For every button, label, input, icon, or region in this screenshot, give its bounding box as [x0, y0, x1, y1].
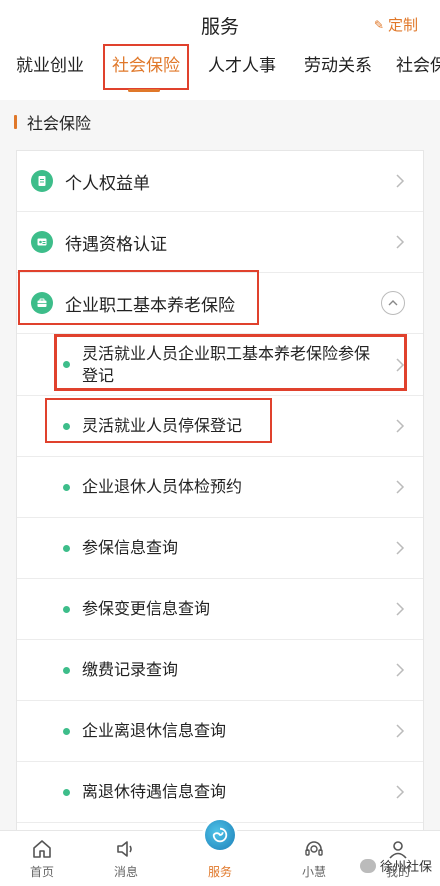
tab-social-insurance-2[interactable]: 社会保: [396, 44, 440, 90]
tab-labor-relations[interactable]: 劳动关系: [300, 44, 376, 90]
chevron-right-icon: [396, 724, 405, 738]
pencil-icon: ✎: [373, 17, 384, 32]
list-item-personal-rights[interactable]: 个人权益单: [17, 151, 423, 212]
speaker-icon: [117, 841, 132, 857]
sub-item-label: 企业离退休信息查询: [82, 721, 227, 740]
tab-talent[interactable]: 人才人事: [204, 44, 280, 90]
highlight-box: [103, 44, 189, 90]
nav-label: 首页: [29, 865, 54, 879]
list-item-pension-insurance[interactable]: 企业职工基本养老保险: [17, 273, 423, 334]
swirl-icon: [212, 827, 228, 843]
bullet-dot: [63, 666, 70, 674]
wechat-icon: [359, 858, 376, 873]
section-title: 社会保险: [27, 114, 92, 133]
chevron-right-icon: [396, 541, 405, 555]
sub-item-label: 灵活就业人员企业职工基本养老保险参保 登记: [82, 343, 370, 387]
nav-label: 服务: [207, 865, 232, 879]
chevron-up-icon: [388, 300, 398, 306]
label-line-1: 灵活就业人员企业职工基本养老保险参保: [82, 343, 371, 363]
list-item-eligibility-certification[interactable]: 待遇资格认证: [17, 212, 423, 273]
service-logo-inner: [205, 820, 235, 850]
document-icon: [31, 170, 53, 192]
list-item-label: 企业职工基本养老保险: [65, 295, 235, 316]
list-item-label: 个人权益单: [65, 173, 150, 194]
sub-item-label: 企业退休人员体检预约: [82, 477, 243, 496]
chevron-right-icon: [396, 419, 405, 433]
sub-item-label: 参保变更信息查询: [82, 599, 211, 618]
tab-label: 社会保: [396, 56, 440, 76]
list-item-label: 待遇资格认证: [65, 234, 167, 255]
nav-xiaohui[interactable]: 小慧: [274, 831, 354, 886]
tab-label: 人才人事: [208, 56, 276, 76]
service-logo-icon[interactable]: [202, 817, 238, 853]
tab-label: 劳动关系: [304, 56, 372, 76]
sub-item-retiree-checkup[interactable]: 企业退休人员体检预约: [17, 457, 423, 518]
bullet-dot: [63, 605, 70, 613]
bullet-dot: [63, 422, 70, 430]
bullet-dot: [63, 544, 70, 552]
headset-icon: [305, 841, 323, 856]
header: 服务 ✎ 定制 就业创业 社会保险 人才人事 劳动关系 社会保: [0, 0, 440, 100]
bullet-dot: [63, 483, 70, 491]
sub-item-enrollment-query[interactable]: 参保信息查询: [17, 518, 423, 579]
chevron-right-icon: [396, 480, 405, 494]
nav-home[interactable]: 首页: [2, 831, 82, 886]
sub-item-label: 缴费记录查询: [82, 660, 179, 679]
tab-label: 就业创业: [16, 56, 84, 76]
sub-item-label: 灵活就业人员停保登记: [82, 416, 243, 435]
chevron-right-icon: [396, 235, 405, 249]
bullet-dot: [63, 361, 70, 368]
nav-label: 消息: [113, 865, 138, 879]
sub-item-retirement-benefit-query[interactable]: 离退休待遇信息查询: [17, 762, 423, 823]
chevron-right-icon: [396, 602, 405, 616]
sub-item-change-query[interactable]: 参保变更信息查询: [17, 579, 423, 640]
nav-messages[interactable]: 消息: [86, 831, 166, 886]
label-line-2: 登记: [82, 365, 115, 385]
tab-social-insurance[interactable]: 社会保险: [103, 44, 189, 90]
id-card-icon: [31, 231, 53, 253]
sub-item-label: 离退休待遇信息查询: [82, 782, 227, 801]
sub-item-retirement-info-query[interactable]: 企业离退休信息查询: [17, 701, 423, 762]
chevron-right-icon: [396, 357, 405, 372]
briefcase-icon: [31, 292, 53, 314]
category-tabs: 就业创业 社会保险 人才人事 劳动关系 社会保: [0, 44, 440, 92]
active-tab-indicator: [128, 89, 160, 92]
sub-item-payment-query[interactable]: 缴费记录查询: [17, 640, 423, 701]
sub-item-label: 参保信息查询: [82, 538, 179, 557]
section-heading: 社会保险: [14, 110, 91, 134]
watermark: 徐州社保: [359, 856, 432, 875]
sub-item-flexible-stop[interactable]: 灵活就业人员停保登记: [17, 396, 423, 457]
chevron-right-icon: [396, 663, 405, 677]
chevron-right-icon: [396, 785, 405, 799]
section-bar: [14, 115, 17, 129]
customize-label: 定制: [387, 16, 418, 34]
sub-item-flexible-registration[interactable]: 灵活就业人员企业职工基本养老保险参保 登记: [17, 334, 423, 396]
watermark-text: 徐州社保: [379, 860, 432, 875]
bullet-dot: [63, 788, 70, 796]
service-list: 个人权益单 待遇资格认证 企业职工基本养老保险 灵活就业人员企业职工基本养老保险…: [16, 150, 424, 830]
nav-label: 小慧: [301, 865, 326, 879]
tab-employment[interactable]: 就业创业: [12, 44, 88, 90]
collapse-button[interactable]: [381, 291, 405, 315]
customize-button[interactable]: ✎ 定制: [374, 14, 418, 35]
home-icon: [33, 840, 51, 858]
chevron-right-icon: [396, 174, 405, 188]
bullet-dot: [63, 727, 70, 735]
